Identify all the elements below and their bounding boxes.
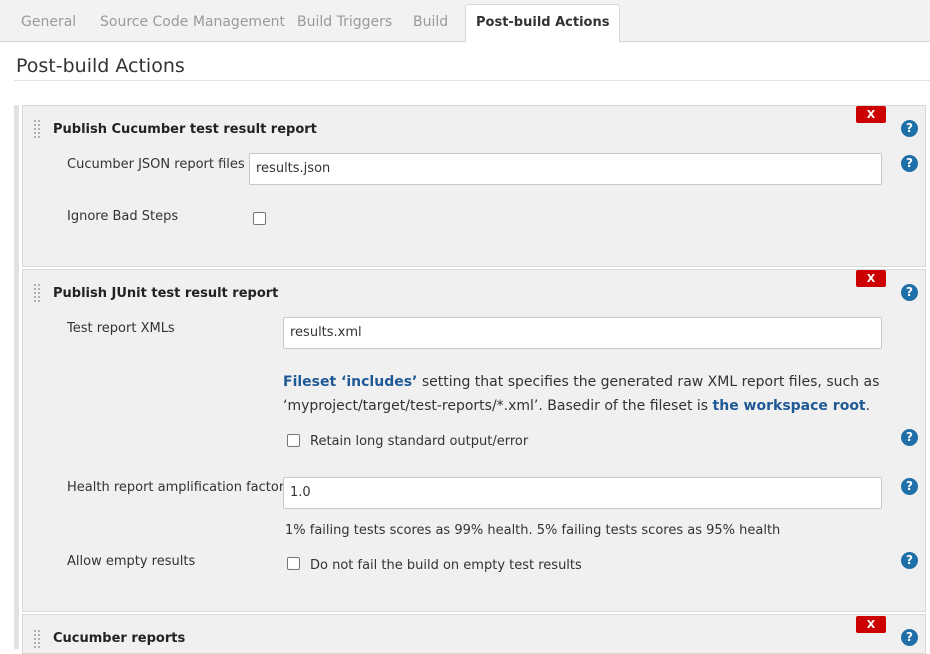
ignore-bad-steps-checkbox[interactable]	[253, 212, 266, 225]
fileset-description: Fileset ‘includes’ setting that specifie…	[283, 370, 883, 418]
drag-handle-icon[interactable]	[33, 283, 41, 303]
section-cucumber-test-result: Publish Cucumber test result report X ? …	[22, 105, 926, 267]
drag-handle-icon[interactable]	[33, 119, 41, 139]
retain-output-label: Retain long standard output/error	[310, 434, 529, 449]
allow-empty-results-label: Allow empty results	[67, 554, 196, 569]
test-report-xmls-label: Test report XMLs	[67, 321, 175, 336]
section-cucumber-reports: Cucumber reports X ?	[22, 614, 926, 654]
health-factor-input[interactable]: 1.0	[283, 477, 882, 509]
allow-empty-results-checkbox[interactable]	[287, 557, 300, 570]
cucumber-json-input[interactable]: results.json	[249, 153, 882, 185]
tab-build-triggers[interactable]: Build Triggers	[297, 14, 392, 30]
help-icon[interactable]: ?	[901, 155, 918, 172]
delete-button[interactable]: X	[856, 616, 886, 633]
ignore-bad-steps-label: Ignore Bad Steps	[67, 209, 179, 224]
tab-source-code-management[interactable]: Source Code Management	[100, 14, 285, 30]
fileset-includes-link[interactable]: Fileset ‘includes’	[283, 374, 417, 390]
delete-button[interactable]: X	[856, 106, 886, 123]
help-icon[interactable]: ?	[901, 120, 918, 137]
allow-empty-results-option: Do not fail the build on empty test resu…	[310, 558, 582, 573]
workspace-root-link[interactable]: the workspace root	[713, 398, 866, 414]
help-icon[interactable]: ?	[901, 552, 918, 569]
test-report-xmls-input[interactable]: results.xml	[283, 317, 882, 349]
tab-build[interactable]: Build	[413, 14, 448, 30]
section-container-bar	[14, 105, 19, 649]
tab-bar: General Source Code Management Build Tri…	[0, 0, 930, 43]
help-icon[interactable]: ?	[901, 429, 918, 446]
description-end: .	[865, 398, 871, 414]
section-title: Publish Cucumber test result report	[53, 122, 317, 137]
tab-general[interactable]: General	[21, 14, 76, 30]
title-divider	[14, 80, 930, 81]
delete-button[interactable]: X	[856, 270, 886, 287]
health-factor-hint: 1% failing tests scores as 99% health. 5…	[285, 523, 781, 538]
cucumber-json-label: Cucumber JSON report files	[67, 157, 245, 172]
retain-output-checkbox[interactable]	[287, 434, 300, 447]
health-factor-label: Health report amplification factor	[67, 480, 285, 495]
drag-handle-icon[interactable]	[33, 629, 41, 649]
section-junit-test-result: Publish JUnit test result report X ? Tes…	[22, 269, 926, 612]
help-icon[interactable]: ?	[901, 284, 918, 301]
section-title: Publish JUnit test result report	[53, 286, 279, 301]
section-title: Cucumber reports	[53, 631, 186, 646]
help-icon[interactable]: ?	[901, 478, 918, 495]
page-title: Post-build Actions	[16, 55, 185, 77]
help-icon[interactable]: ?	[901, 629, 918, 646]
tab-post-build-actions[interactable]: Post-build Actions	[465, 4, 621, 43]
